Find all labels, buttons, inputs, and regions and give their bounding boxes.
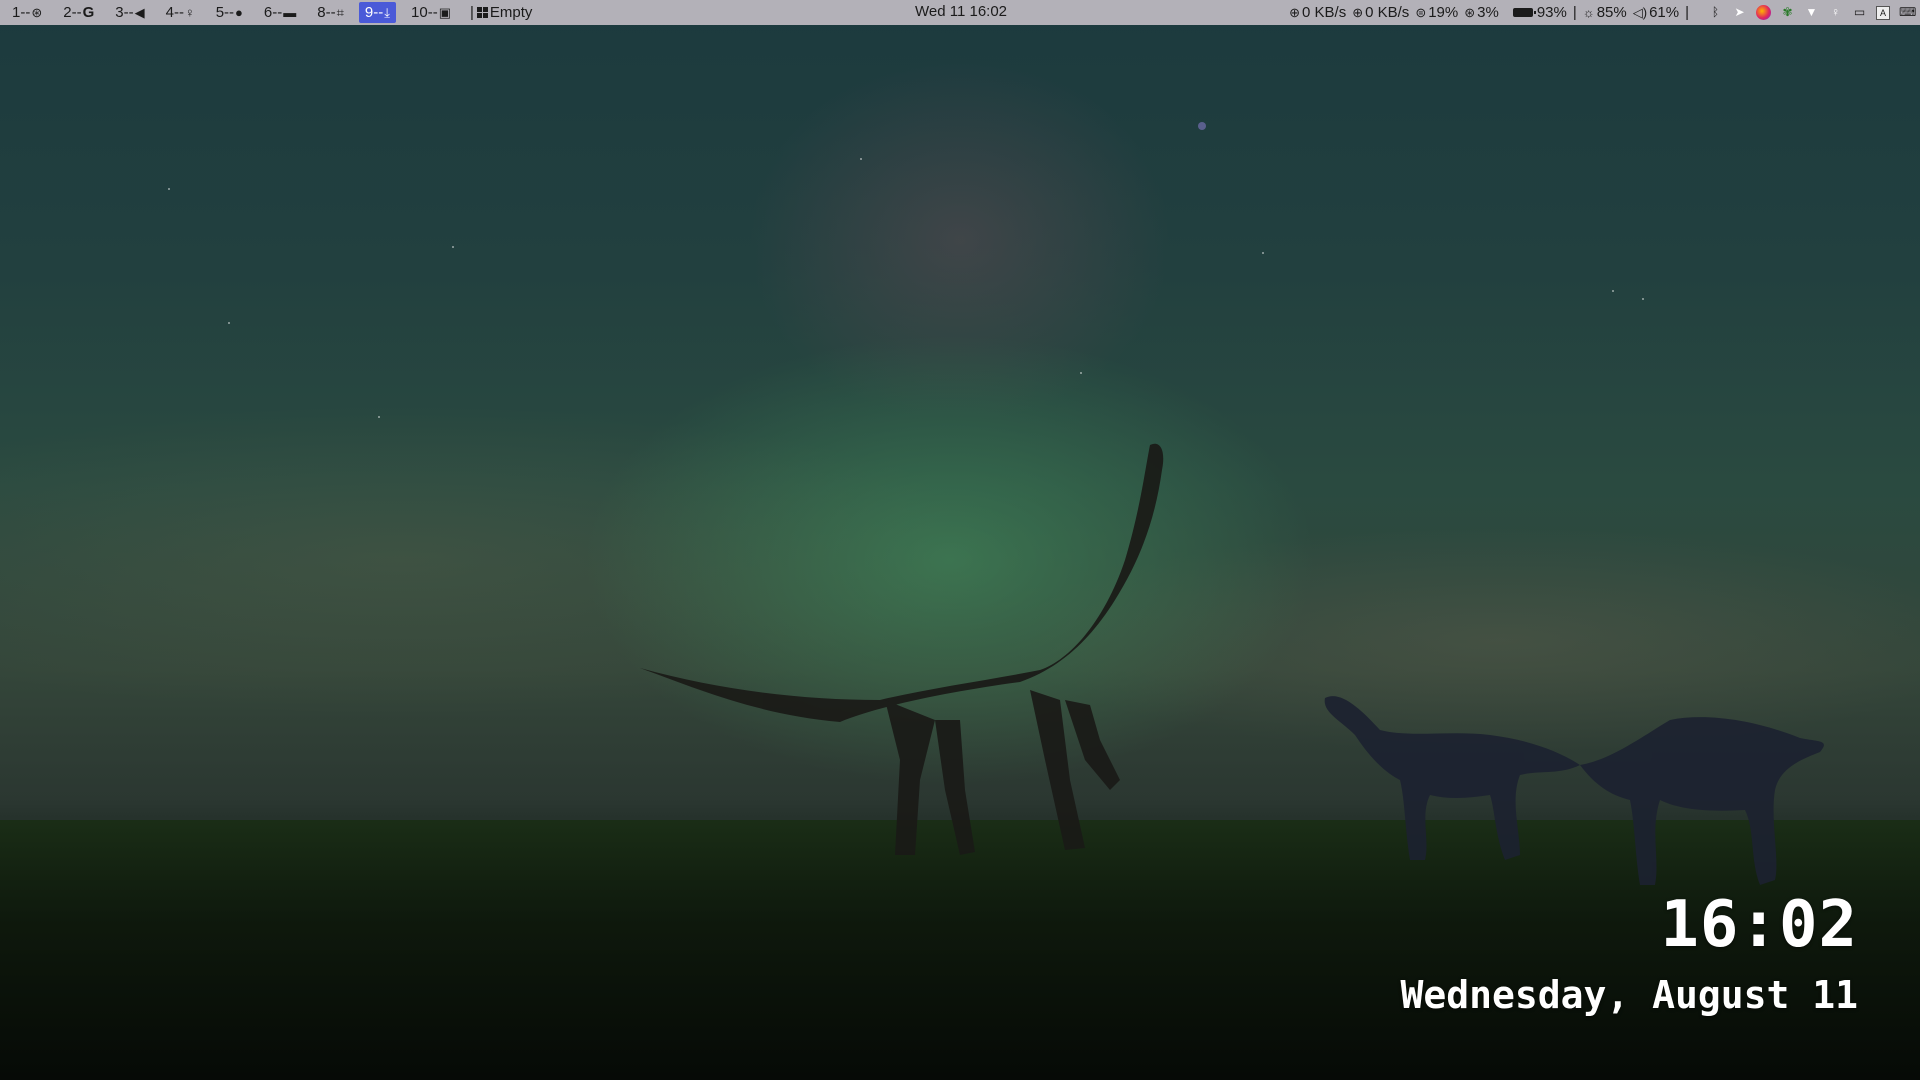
separator: |	[470, 4, 474, 21]
memory-usage: ⊜ 19%	[1415, 4, 1458, 21]
windows-icon	[476, 7, 488, 18]
dinosaur-silhouettes	[640, 443, 1824, 885]
upload-speed-value: 0 KB/s	[1302, 4, 1347, 21]
top-status-bar: 1-- ⊛ 2-- G 3-- ◀ 4-- ♀ 5-- ● 6-- ▬ 8-- …	[0, 0, 1920, 25]
spotify-icon: ●	[235, 5, 243, 20]
workspace-label: 8--	[317, 4, 336, 21]
keyboard-layout-icon[interactable]: A	[1876, 5, 1890, 20]
download-icon: ⤓	[384, 5, 391, 20]
workspace-label: 10--	[411, 4, 438, 21]
location-icon[interactable]: ♀	[1828, 5, 1843, 20]
workspace-8[interactable]: 8-- ⌗	[311, 2, 350, 23]
workspace-4[interactable]: 4-- ♀	[160, 2, 201, 23]
desktop-wallpaper: 1-- ⊛ 2-- G 3-- ◀ 4-- ♀ 5-- ● 6-- ▬ 8-- …	[0, 0, 1920, 1080]
workspace-label: 9--	[364, 4, 384, 21]
desktop-clock-date: Wednesday, August 11	[1400, 973, 1858, 1017]
cpu-value: 3%	[1477, 4, 1499, 21]
dashboard-icon: ⊛	[31, 5, 43, 20]
cpu-icon: ⊛	[1464, 4, 1476, 20]
workspace-1[interactable]: 1-- ⊛	[6, 2, 48, 23]
crop-icon: ⌗	[336, 5, 344, 20]
workspace-2[interactable]: 2-- G	[57, 2, 100, 23]
volume-value: 61%	[1649, 4, 1680, 21]
brightness-icon: ☼	[1582, 5, 1595, 20]
top-bar-clock[interactable]: Wed 11 16:02	[915, 3, 1007, 20]
system-status: ⊕ 0 KB/s ⊕ 0 KB/s ⊜ 19% ⊛ 3% 93% | ☼ 85%…	[1283, 0, 1916, 25]
xmonad-icon[interactable]: ✾	[1780, 5, 1795, 20]
status-divider: |	[1685, 4, 1689, 21]
battery-value: 93%	[1536, 4, 1567, 21]
workspace-6[interactable]: 6-- ▬	[258, 2, 302, 23]
battery-icon	[1512, 8, 1536, 17]
workspace-label: 2--	[63, 4, 82, 21]
download-speed-value: 0 KB/s	[1365, 4, 1410, 21]
workspace-list: 1-- ⊛ 2-- G 3-- ◀ 4-- ♀ 5-- ● 6-- ▬ 8-- …	[0, 0, 532, 25]
telegram-icon[interactable]: ➤	[1732, 5, 1747, 20]
download-icon: ⊕	[1352, 4, 1364, 20]
workspace-5[interactable]: 5-- ●	[210, 2, 249, 23]
status-divider: |	[1572, 4, 1577, 21]
workspace-9[interactable]: 9-- ⤓	[358, 2, 397, 23]
window-icon: ▣	[438, 5, 451, 20]
memory-value: 19%	[1428, 4, 1459, 21]
lightbulb-icon: ♀	[184, 5, 195, 20]
wifi-icon[interactable]: ▼	[1804, 5, 1819, 20]
bluetooth-icon[interactable]: ᛒ	[1708, 5, 1723, 20]
memory-icon: ⊜	[1415, 4, 1427, 20]
active-window-title: Empty	[476, 4, 533, 21]
workspace-label: 3--	[115, 4, 134, 21]
upload-icon: ⊕	[1289, 4, 1301, 20]
brightness-status[interactable]: ☼ 85%	[1583, 4, 1627, 21]
workspace-label: 5--	[215, 4, 235, 21]
cpu-usage: ⊛ 3%	[1464, 4, 1499, 21]
battery-status: 93%	[1512, 4, 1567, 21]
upload-speed: ⊕ 0 KB/s	[1289, 4, 1346, 21]
volume-icon: ◁)	[1632, 4, 1648, 20]
system-tray: ᛒ ➤ ✾ ▼ ♀ ▭ A ⌨	[1699, 5, 1916, 20]
workspace-label: 6--	[263, 4, 283, 21]
firefox-icon[interactable]	[1756, 5, 1771, 20]
desktop-clock-time: 16:02	[1660, 888, 1858, 962]
download-speed: ⊕ 0 KB/s	[1352, 4, 1409, 21]
workspace-label: 1--	[12, 4, 31, 21]
google-icon: G	[82, 4, 95, 21]
workspace-label: 4--	[165, 4, 184, 21]
keyboard-icon[interactable]: ⌨	[1899, 5, 1916, 20]
window-title-text: Empty	[489, 4, 533, 21]
folder-icon: ▬	[283, 5, 297, 20]
telegram-icon: ◀	[134, 5, 145, 20]
brightness-value: 85%	[1596, 4, 1627, 21]
workspace-3[interactable]: 3-- ◀	[109, 2, 150, 23]
volume-status[interactable]: ◁) 61%	[1633, 4, 1679, 21]
window-list-icon[interactable]: ▭	[1852, 5, 1867, 20]
workspace-10[interactable]: 10-- ▣	[405, 2, 457, 23]
